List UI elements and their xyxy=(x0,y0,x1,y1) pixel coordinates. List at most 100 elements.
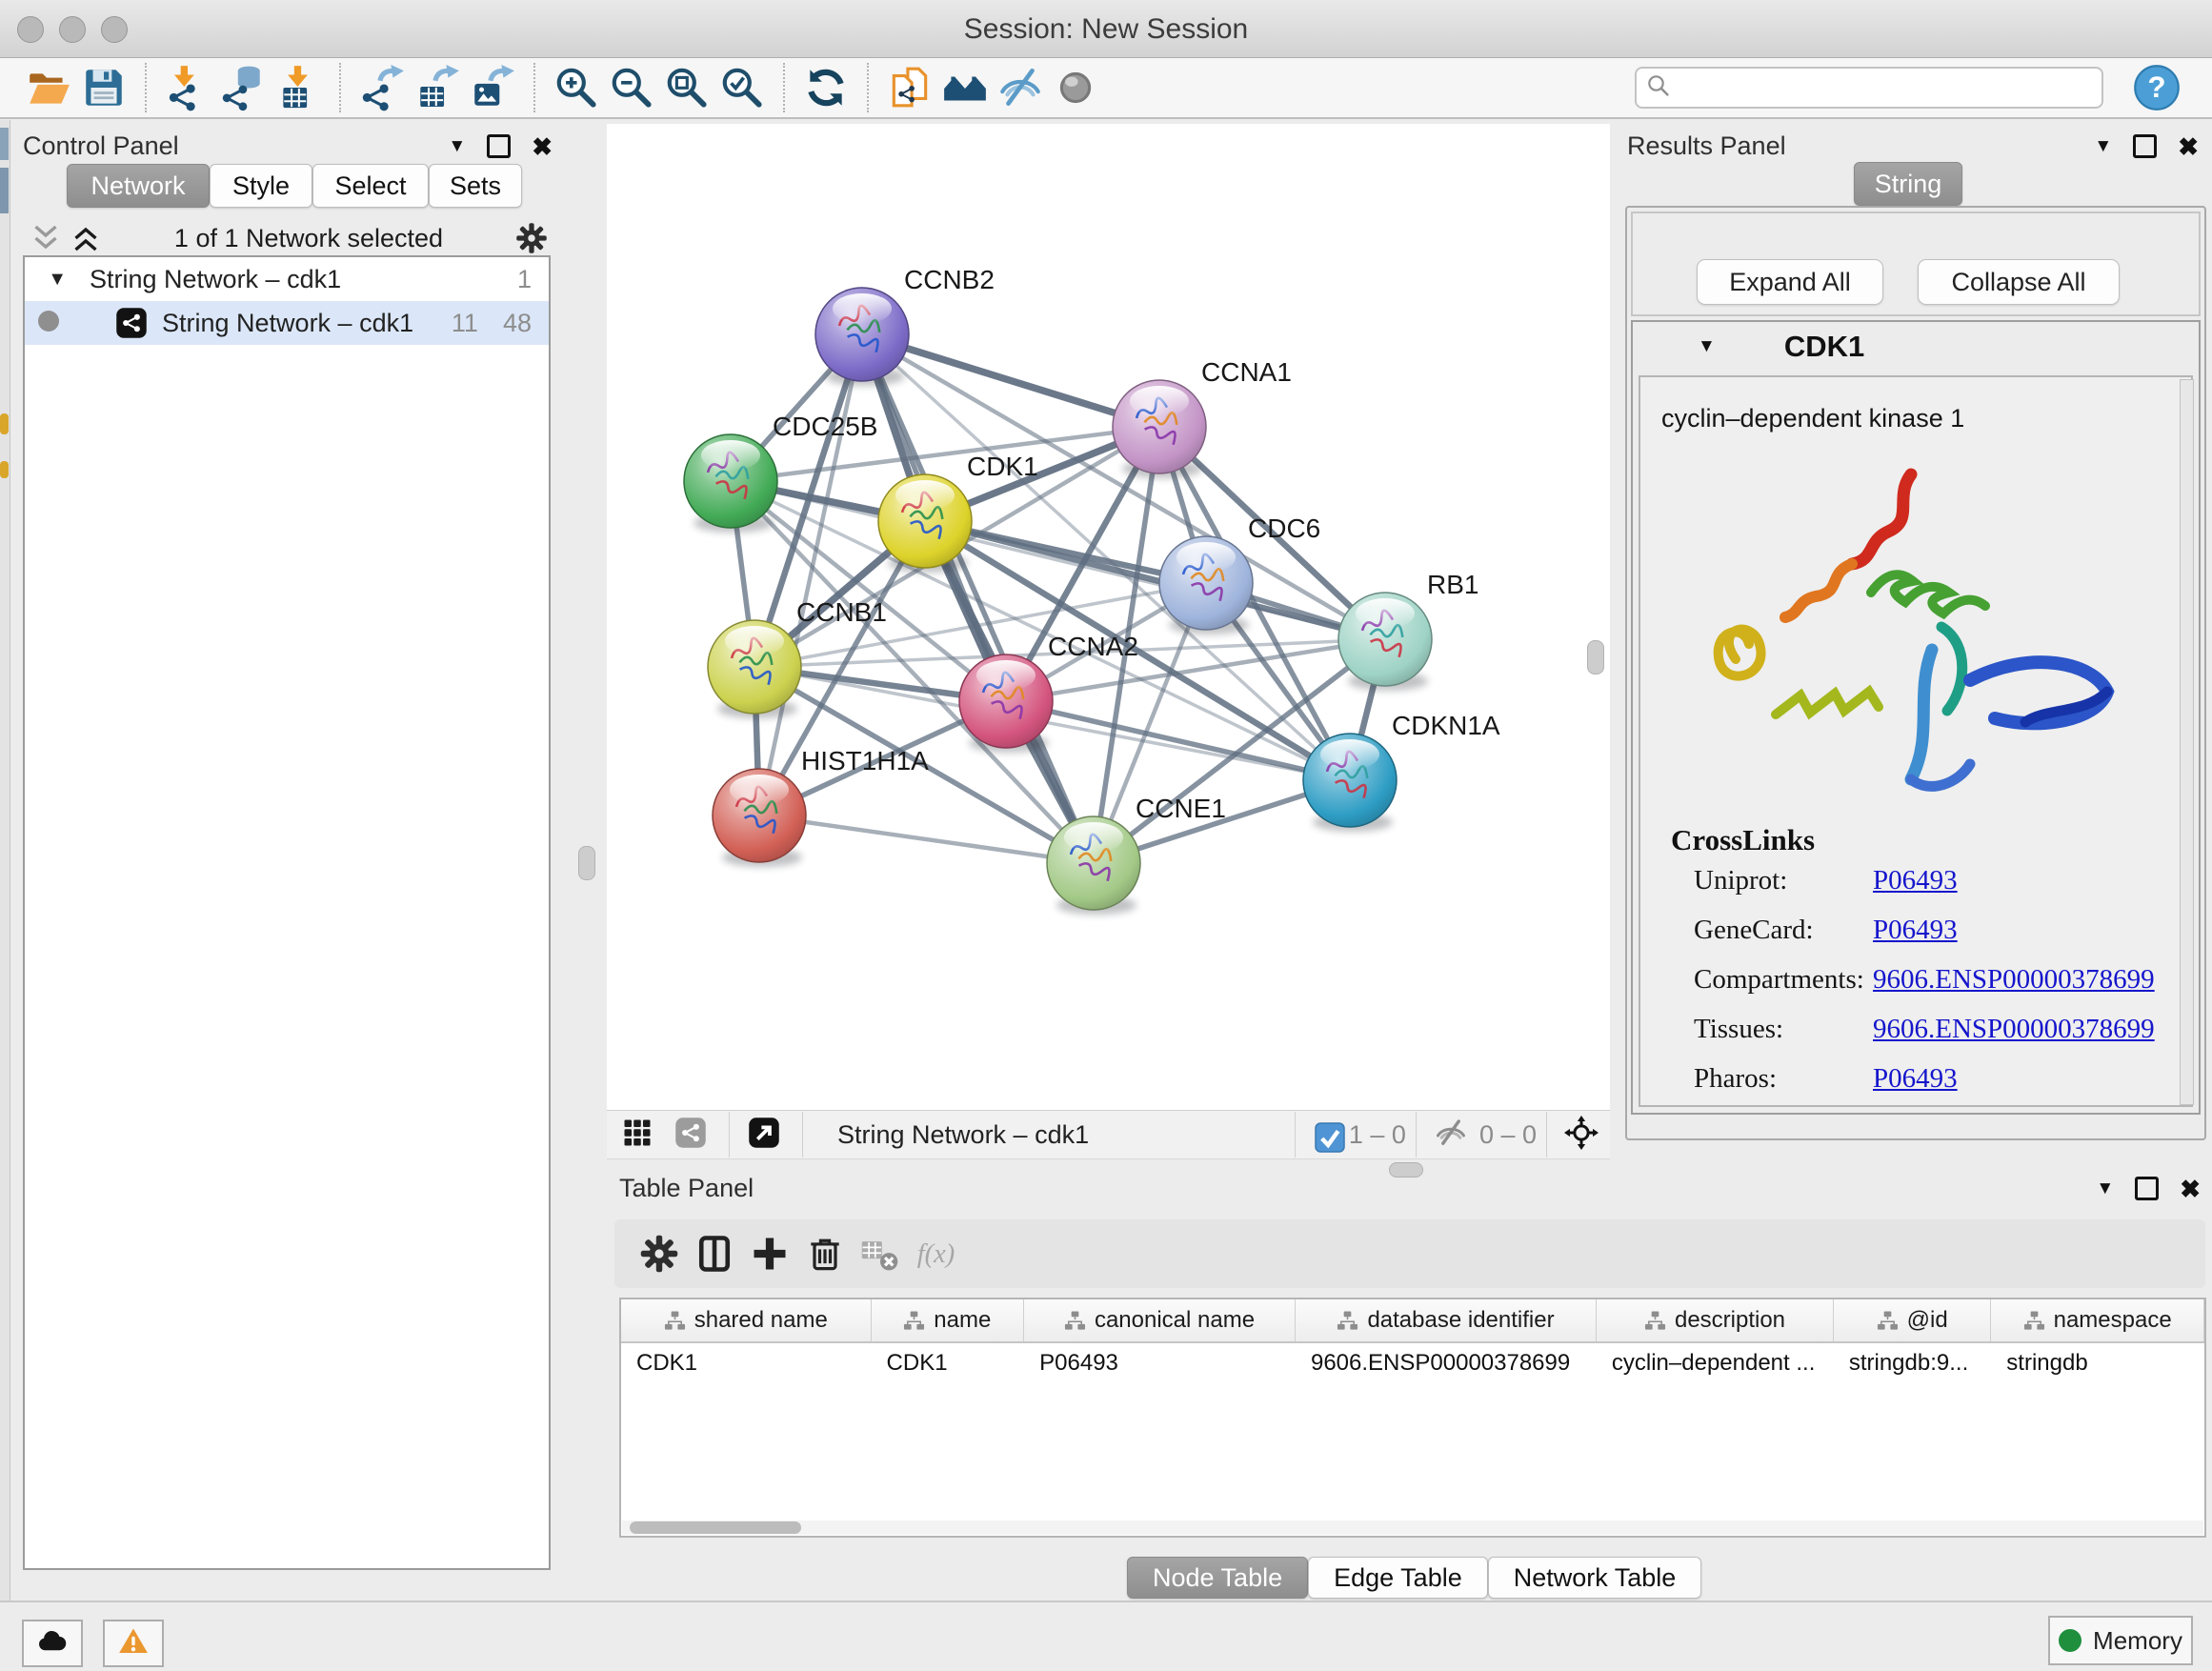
refresh-view-button[interactable] xyxy=(798,61,854,114)
memory-button[interactable]: Memory xyxy=(2048,1616,2193,1665)
export-table-button[interactable] xyxy=(410,61,465,114)
import-network-from-database-button[interactable] xyxy=(215,61,271,114)
node-CDC25B[interactable]: CDC25B xyxy=(684,412,877,533)
annotation-network-button[interactable] xyxy=(882,61,937,114)
results-panel-close-icon[interactable]: ✖ xyxy=(2178,134,2199,159)
crosslink-row: Uniprot:P06493 xyxy=(1694,865,2189,896)
warnings-button[interactable] xyxy=(103,1620,164,1667)
save-session-button[interactable] xyxy=(76,61,131,114)
table-panel-float-icon[interactable] xyxy=(2135,1177,2159,1200)
network-overview-icon[interactable] xyxy=(674,1116,712,1154)
column-header-description[interactable]: description xyxy=(1597,1299,1834,1341)
node-CCNA1[interactable]: CCNA1 xyxy=(1113,357,1292,478)
control-panel-float-icon[interactable] xyxy=(487,134,511,158)
table-horizontal-scrollbar[interactable] xyxy=(622,1520,2203,1535)
tab-edge-table[interactable]: Edge Table xyxy=(1308,1557,1488,1599)
control-panel-close-icon[interactable]: ✖ xyxy=(532,134,553,159)
column-header-shared-name[interactable]: shared name xyxy=(621,1299,872,1341)
tab-node-table[interactable]: Node Table xyxy=(1127,1557,1308,1599)
collection-caret-icon[interactable]: ▼ xyxy=(25,269,67,291)
selected-checkbox-icon[interactable] xyxy=(1313,1120,1341,1149)
table-cell[interactable]: P06493 xyxy=(1024,1343,1296,1383)
column-header-database-identifier[interactable]: database identifier xyxy=(1296,1299,1597,1341)
node-label-RB1: RB1 xyxy=(1427,570,1478,599)
delete-column-button[interactable] xyxy=(797,1226,853,1281)
tab-network-table[interactable]: Network Table xyxy=(1488,1557,1702,1599)
network-selection-summary: 1 of 1 Network selected xyxy=(103,224,514,253)
node-HIST1H1A[interactable]: HIST1H1A xyxy=(713,746,929,867)
control-panel-menu-icon[interactable]: ▼ xyxy=(448,136,466,157)
node-label-CDK1: CDK1 xyxy=(967,452,1038,481)
expand-all-button[interactable]: Expand All xyxy=(1697,259,1883,305)
collapse-all-networks-icon[interactable] xyxy=(29,221,63,255)
cloud-button[interactable] xyxy=(22,1620,83,1667)
crosslink-link[interactable]: 9606.ENSP00000378699 xyxy=(1873,964,2155,996)
network-row[interactable]: String Network – cdk1 11 48 xyxy=(25,301,549,345)
grid-view-icon[interactable] xyxy=(620,1116,658,1154)
sphere-eye-button[interactable] xyxy=(1048,61,1103,114)
birds-eye-toggle-icon[interactable] xyxy=(1564,1116,1602,1154)
open-session-button[interactable] xyxy=(21,61,76,114)
zoom-selected-button[interactable] xyxy=(714,61,770,114)
hidden-count: 0 – 0 xyxy=(1479,1120,1537,1150)
zoom-out-button[interactable] xyxy=(604,61,659,114)
results-scrollbar[interactable] xyxy=(2180,379,2194,1105)
column-header-canonical-name[interactable]: canonical name xyxy=(1024,1299,1296,1341)
table-panel-close-icon[interactable]: ✖ xyxy=(2180,1177,2201,1201)
table-panel-menu-icon[interactable]: ▼ xyxy=(2096,1178,2114,1199)
table-cell[interactable]: CDK1 xyxy=(872,1343,1025,1383)
network-collection-row[interactable]: ▼ String Network – cdk1 1 xyxy=(25,257,549,301)
edge-HIST1H1A-CCNE1[interactable] xyxy=(759,815,1094,863)
status-bar: Memory xyxy=(0,1601,2212,1671)
collapse-all-button[interactable]: Collapse All xyxy=(1918,259,2120,305)
table-cell[interactable]: stringdb xyxy=(1991,1343,2204,1383)
results-panel-menu-icon[interactable]: ▼ xyxy=(2094,136,2112,157)
hide-eye-button[interactable] xyxy=(993,61,1048,114)
gene-description: cyclin–dependent kinase 1 xyxy=(1661,404,1964,433)
tab-network[interactable]: Network xyxy=(67,164,210,208)
left-splitter-grip[interactable] xyxy=(578,846,595,880)
tab-style[interactable]: Style xyxy=(210,164,312,208)
search-input[interactable] xyxy=(1673,73,2094,102)
export-image-button[interactable] xyxy=(465,61,520,114)
home-houses-button[interactable] xyxy=(937,61,993,114)
add-column-button[interactable] xyxy=(742,1226,797,1281)
table-cell[interactable]: cyclin–dependent ... xyxy=(1597,1343,1834,1383)
node-RB1[interactable]: RB1 xyxy=(1338,570,1478,691)
column-header-name[interactable]: name xyxy=(872,1299,1024,1341)
gene-section-caret-icon[interactable]: ▼ xyxy=(1698,336,1716,357)
results-panel-float-icon[interactable] xyxy=(2133,134,2157,158)
show-columns-button[interactable] xyxy=(687,1226,742,1281)
table-settings-button[interactable] xyxy=(632,1226,687,1281)
expand-all-networks-icon[interactable] xyxy=(69,221,103,255)
crosslink-link[interactable]: 9606.ENSP00000378699 xyxy=(1873,1014,2155,1045)
right-splitter-grip[interactable] xyxy=(1587,640,1604,674)
column-header--id[interactable]: @id xyxy=(1834,1299,1991,1341)
import-network-from-file-button[interactable] xyxy=(160,61,215,114)
tab-select[interactable]: Select xyxy=(312,164,429,208)
zoom-in-button[interactable] xyxy=(549,61,604,114)
table-cell[interactable]: stringdb:9... xyxy=(1834,1343,1991,1383)
detach-view-icon[interactable] xyxy=(747,1116,785,1154)
zoom-fit-button[interactable] xyxy=(659,61,714,114)
string-network-badge-icon xyxy=(114,306,149,340)
node-CCNB1[interactable]: CCNB1 xyxy=(708,597,887,718)
import-table-from-file-button[interactable] xyxy=(271,61,326,114)
export-network-button[interactable] xyxy=(354,61,410,114)
table-cell[interactable]: 9606.ENSP00000378699 xyxy=(1296,1343,1597,1383)
help-button[interactable]: ? xyxy=(2132,63,2182,112)
network-canvas[interactable]: CCNB2 CCNA1 CDC25B CDK1 CDC6 xyxy=(607,124,1610,1110)
column-header-namespace[interactable]: namespace xyxy=(1991,1299,2204,1341)
node-label-HIST1H1A: HIST1H1A xyxy=(801,746,929,775)
network-options-gear-icon[interactable] xyxy=(514,221,549,255)
tab-string[interactable]: String xyxy=(1854,162,1962,206)
crosslink-link[interactable]: P06493 xyxy=(1873,865,1958,896)
tab-sets[interactable]: Sets xyxy=(429,164,522,208)
crosslink-link[interactable]: P06493 xyxy=(1873,915,1958,946)
crosslink-link[interactable]: P06493 xyxy=(1873,1063,1958,1095)
table-scrollbar-thumb[interactable] xyxy=(630,1521,801,1534)
table-cell[interactable]: CDK1 xyxy=(621,1343,872,1383)
edge-sliver xyxy=(0,128,9,160)
help-icon: ? xyxy=(2132,100,2182,116)
node-CDKN1A[interactable]: CDKN1A xyxy=(1303,711,1500,832)
